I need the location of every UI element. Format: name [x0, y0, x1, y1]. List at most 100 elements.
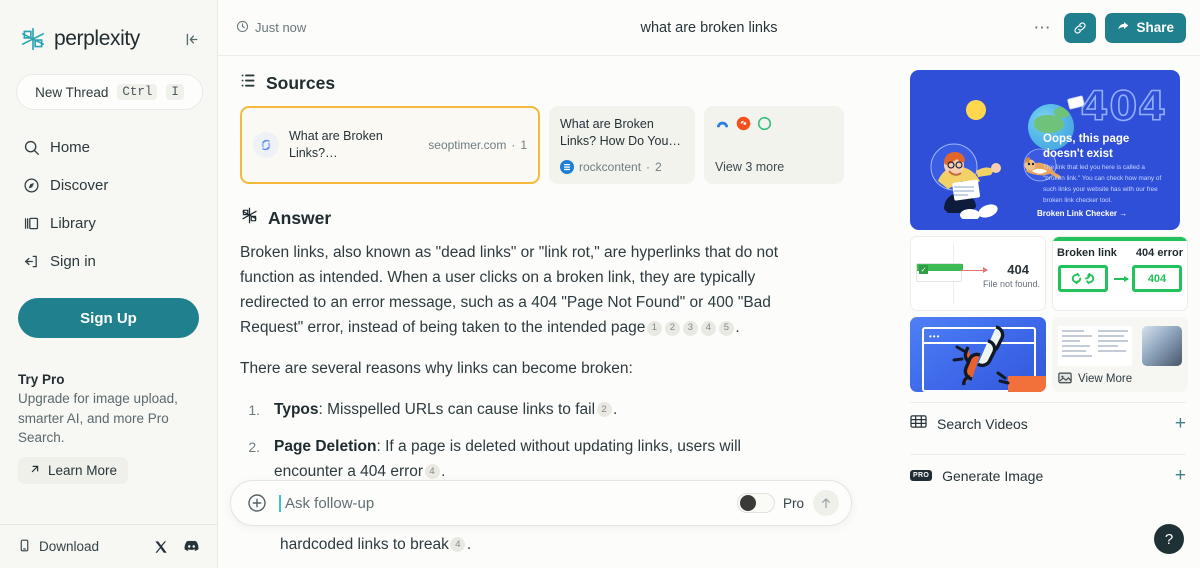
- citation-3[interactable]: 3: [682, 320, 698, 336]
- follow-up-input[interactable]: [279, 494, 737, 512]
- thumbnail-2-left-label: Broken link: [1057, 247, 1117, 259]
- thumbnail-404-file-not-found[interactable]: ✓ 404 File not found.: [910, 236, 1046, 311]
- sidebar-item-signin[interactable]: Sign in: [0, 242, 217, 280]
- main-area: Just now what are broken links ⋯ Share S…: [218, 0, 1200, 568]
- try-pro-section: Try Pro Upgrade for image upload, smarte…: [0, 338, 217, 484]
- laptop-404-icon: 404: [1132, 265, 1182, 298]
- pro-badge-icon: PRO: [910, 470, 933, 481]
- hero-cta-link[interactable]: Broken Link Checker →: [1037, 209, 1167, 218]
- view-more-sources-card[interactable]: View 3 more: [704, 106, 844, 184]
- photo-preview-shape: [1142, 326, 1182, 366]
- astronaut-illustration: [924, 137, 1020, 224]
- images-icon: [1058, 371, 1072, 387]
- sidebar: perplexity New Thread Ctrl I Home Discov…: [0, 0, 218, 568]
- semrush-favicon: [736, 116, 751, 136]
- answer-heading: Answer: [268, 207, 332, 228]
- list-item-text-1: : Misspelled URLs can cause links to fai…: [318, 400, 596, 418]
- citation-1[interactable]: 1: [646, 320, 662, 336]
- citation-5[interactable]: 5: [718, 320, 734, 336]
- answer-tail-text: hardcoded links to break: [280, 536, 449, 553]
- share-button[interactable]: Share: [1105, 12, 1186, 43]
- source-title-2: What are Broken Links? How Do You…: [560, 117, 681, 148]
- list-item: 1. Typos: Misspelled URLs can cause link…: [244, 398, 804, 423]
- collapse-sidebar-icon[interactable]: [181, 28, 203, 50]
- help-button[interactable]: ?: [1154, 524, 1184, 554]
- perplexity-mark-icon: [240, 206, 259, 230]
- citation-2[interactable]: 2: [664, 320, 680, 336]
- generate-image-button[interactable]: PRO Generate Image +: [910, 454, 1186, 496]
- sources-header: Sources: [240, 72, 860, 94]
- app-root: perplexity New Thread Ctrl I Home Discov…: [0, 0, 1200, 568]
- answer-column: Sources What are Broken Links?… seoptime…: [218, 56, 900, 568]
- new-thread-button[interactable]: New Thread Ctrl I: [16, 74, 203, 110]
- source-meta-1: seoptimer.com · 1: [428, 138, 527, 152]
- learn-more-button[interactable]: Learn More: [18, 456, 129, 484]
- list-item-citation-2[interactable]: 4: [424, 464, 440, 480]
- green-banner-shape: ✓: [916, 263, 963, 282]
- arrow-shape: [961, 267, 988, 273]
- sidebar-item-discover[interactable]: Discover: [0, 166, 217, 204]
- hero-image-404[interactable]: 404 Oops, this page doesn't exist The li…: [910, 70, 1180, 230]
- hero-description: The link that led you here is called a "…: [1043, 164, 1162, 205]
- share-label: Share: [1136, 20, 1174, 35]
- content-area: Sources What are Broken Links?… seoptime…: [218, 56, 1200, 568]
- learn-more-label: Learn More: [48, 462, 118, 478]
- source-domain-1: seoptimer.com: [428, 138, 507, 152]
- topbar-actions: ⋯ Share: [1029, 12, 1186, 43]
- hero-404-code: 404: [1080, 83, 1167, 131]
- social-links: [154, 540, 199, 554]
- source-title-1: What are Broken Links?…: [289, 129, 383, 160]
- pro-toggle[interactable]: [736, 493, 775, 513]
- circle-favicon: [757, 116, 772, 136]
- document-preview-shape: [1058, 326, 1132, 366]
- timestamp: Just now: [236, 20, 306, 36]
- source-card-1[interactable]: What are Broken Links?… seoptimer.com · …: [240, 106, 540, 184]
- add-icon-generate[interactable]: +: [1175, 465, 1186, 487]
- source-meta-2: rockcontent · 2: [560, 160, 684, 174]
- sign-up-button[interactable]: Sign Up: [18, 298, 199, 338]
- arrow-shape-2: [1114, 276, 1129, 281]
- list-item-citation-1[interactable]: 2: [596, 401, 612, 417]
- view-more-images-button[interactable]: View More: [1058, 371, 1132, 387]
- try-pro-description: Upgrade for image upload, smarter AI, an…: [18, 391, 178, 446]
- thumbnail-broken-link-404-error[interactable]: Broken link 404 error 404: [1052, 236, 1188, 311]
- sources-list-icon: [240, 72, 257, 94]
- share-arrow-icon: [1117, 20, 1130, 36]
- list-item-number-1: 1.: [248, 401, 260, 418]
- sidebar-item-label-home: Home: [50, 138, 91, 156]
- source-favicon-stack: [715, 116, 833, 136]
- discord-icon[interactable]: [184, 540, 199, 554]
- laptop-broken-link-icon: [1058, 265, 1108, 298]
- plus-circle-icon[interactable]: [247, 493, 267, 513]
- sidebar-item-home[interactable]: Home: [0, 128, 217, 166]
- view-more-sources-label: View 3 more: [715, 160, 785, 174]
- answer-paragraph-1-text: Broken links, also known as "dead links"…: [240, 244, 779, 337]
- x-twitter-icon[interactable]: [154, 540, 168, 554]
- hero-title: Oops, this page doesn't exist: [1043, 133, 1130, 160]
- sidebar-footer: Download: [0, 524, 217, 568]
- thumbnail-1-caption: File not found.: [982, 279, 1040, 289]
- thumbnail-view-more[interactable]: View More: [1052, 317, 1188, 392]
- ahrefs-favicon: [715, 116, 730, 136]
- check-icon: ✓: [919, 265, 928, 274]
- follow-up-bar: Pro: [230, 480, 852, 526]
- top-bar: Just now what are broken links ⋯ Share: [218, 0, 1200, 56]
- citation-4[interactable]: 4: [700, 320, 716, 336]
- source-index-1: 1: [520, 138, 527, 152]
- thumbnail-2-right-label: 404 error: [1135, 247, 1183, 259]
- send-button[interactable]: [813, 490, 839, 516]
- answer-tail-citation[interactable]: 4: [450, 537, 466, 552]
- ellipsis-icon[interactable]: ⋯: [1029, 18, 1055, 38]
- sun-shape: [966, 100, 986, 120]
- link-icon[interactable]: [1064, 12, 1097, 43]
- sidebar-item-label-library: Library: [50, 214, 96, 232]
- compass-icon: [22, 176, 40, 194]
- source-card-2[interactable]: What are Broken Links? How Do You… rockc…: [549, 106, 695, 184]
- download-button[interactable]: Download: [18, 539, 99, 555]
- thumbnail-broken-chain-browser[interactable]: •••: [910, 317, 1046, 392]
- sidebar-item-library[interactable]: Library: [0, 204, 217, 242]
- thumbnail-1-code: 404: [1007, 262, 1029, 277]
- add-icon-videos[interactable]: +: [1175, 413, 1186, 435]
- answer-tail-line: hardcoded links to break 4.: [280, 536, 472, 553]
- search-videos-button[interactable]: Search Videos +: [910, 402, 1186, 444]
